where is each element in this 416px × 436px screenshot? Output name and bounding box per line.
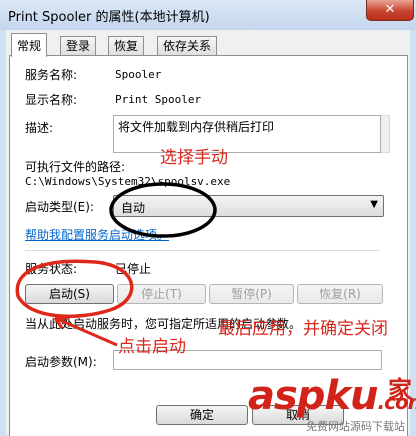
annotation-apply-confirm: 最后应用，并确定关闭	[218, 319, 388, 339]
annotation-circle-startup-type	[109, 182, 217, 238]
annotation-choose-manual: 选择手动	[160, 148, 228, 168]
tab-general[interactable]: 常规	[11, 33, 48, 57]
watermark-brand: aspku	[248, 373, 379, 419]
annotation-overlay	[15, 182, 217, 347]
annotation-click-start: 点击启动	[118, 337, 186, 357]
watermark-tagline: 免费网站源码下载站	[306, 420, 405, 433]
annotation-circle-start-button	[15, 259, 134, 319]
watermark-glyph: 家	[388, 376, 412, 404]
annotation-arrow-start	[54, 316, 118, 347]
